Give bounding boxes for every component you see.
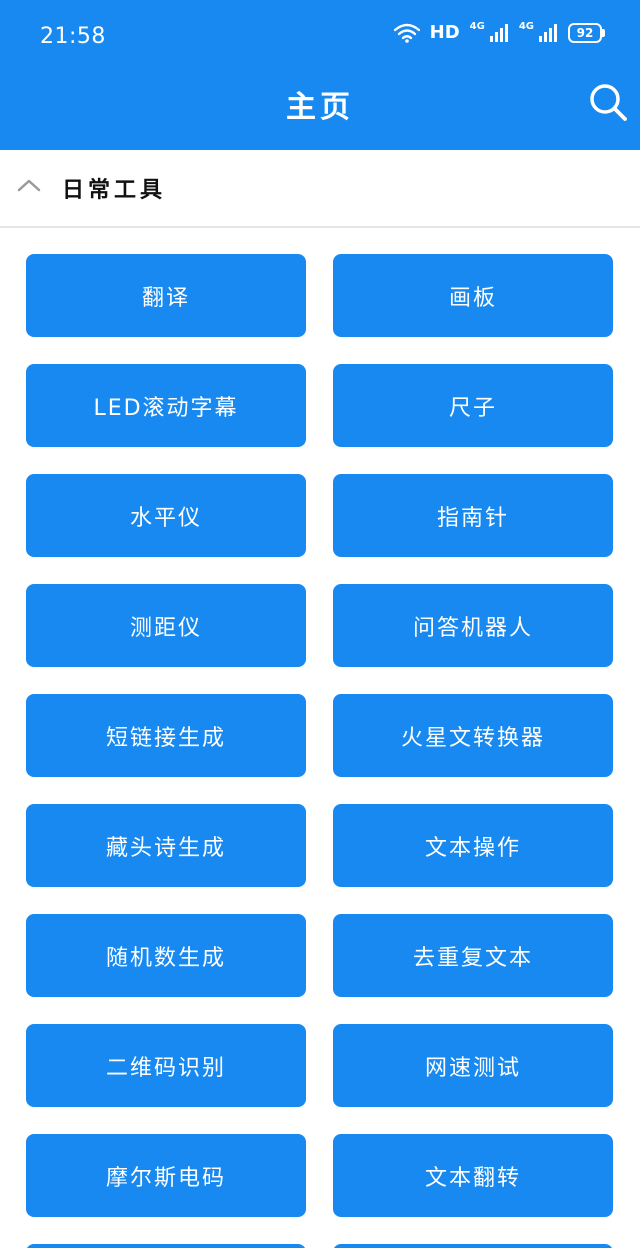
tool-button-partial[interactable] <box>26 1244 306 1248</box>
top-app-bar: 21:58 HD 4G 4G 92 主页 <box>0 0 640 150</box>
tool-button-rangefinder[interactable]: 测距仪 <box>26 584 306 667</box>
search-button[interactable] <box>586 80 630 124</box>
status-icons: HD 4G 4G 92 <box>393 21 605 43</box>
tool-grid: 翻译 画板 LED滚动字幕 尺子 水平仪 指南针 测距仪 问答机器人 短链接生成… <box>26 254 614 1248</box>
status-time: 21:58 <box>40 24 106 49</box>
tool-button-compass[interactable]: 指南针 <box>333 474 613 557</box>
signal-bars-icon <box>489 23 509 43</box>
signal-bars-icon <box>538 23 558 43</box>
section-title: 日常工具 <box>62 178 167 203</box>
tool-button-translate[interactable]: 翻译 <box>26 254 306 337</box>
search-icon <box>590 84 627 121</box>
signal-1-label: 4G <box>469 21 485 32</box>
tool-button-random-number[interactable]: 随机数生成 <box>26 914 306 997</box>
tool-button-acrostic-poem[interactable]: 藏头诗生成 <box>26 804 306 887</box>
signal-2-label: 4G <box>518 21 534 32</box>
tool-button-level[interactable]: 水平仪 <box>26 474 306 557</box>
tool-button-ruler[interactable]: 尺子 <box>333 364 613 447</box>
page-title: 主页 <box>286 90 354 125</box>
tool-button-text-operations[interactable]: 文本操作 <box>333 804 613 887</box>
tool-button-dedupe-text[interactable]: 去重复文本 <box>333 914 613 997</box>
tool-button-text-flip[interactable]: 文本翻转 <box>333 1134 613 1217</box>
tool-button-qa-robot[interactable]: 问答机器人 <box>333 584 613 667</box>
chevron-up-icon <box>16 176 42 198</box>
battery-icon: 92 <box>568 22 605 43</box>
tool-button-short-link[interactable]: 短链接生成 <box>26 694 306 777</box>
tool-button-speed-test[interactable]: 网速测试 <box>333 1024 613 1107</box>
tool-button-mars-text[interactable]: 火星文转换器 <box>333 694 613 777</box>
tool-button-partial[interactable] <box>333 1244 613 1248</box>
tool-button-morse-code[interactable]: 摩尔斯电码 <box>26 1134 306 1217</box>
tool-button-led-scroller[interactable]: LED滚动字幕 <box>26 364 306 447</box>
hd-indicator: HD <box>429 22 460 43</box>
section-header-daily-tools[interactable]: 日常工具 <box>0 150 640 228</box>
wifi-icon <box>393 23 420 43</box>
app-screen: 21:58 HD 4G 4G 92 主页 日常工具 翻译 画板 LED滚动字幕 … <box>0 0 640 1248</box>
tool-button-qr-scan[interactable]: 二维码识别 <box>26 1024 306 1107</box>
tool-button-drawing-board[interactable]: 画板 <box>333 254 613 337</box>
